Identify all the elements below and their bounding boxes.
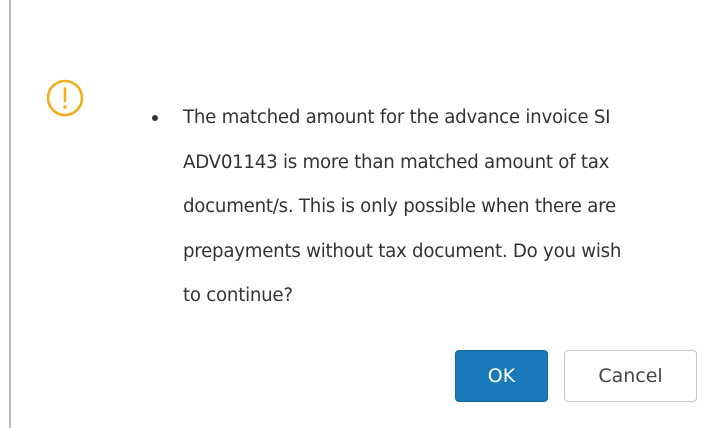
message-item: The matched amount for the advance invoi… [150, 96, 710, 319]
screen: The matched amount for the advance invoi… [0, 0, 711, 428]
message-line: The matched amount for the advance invoi… [183, 107, 611, 128]
message-line: to continue? [183, 285, 293, 306]
ok-button[interactable]: OK [455, 350, 548, 402]
cancel-button[interactable]: Cancel [564, 350, 697, 402]
message-list: The matched amount for the advance invoi… [150, 96, 710, 319]
message-line: document/s. This is only possible when t… [183, 196, 616, 217]
warning-circle-icon [46, 79, 84, 117]
message-line: prepayments without tax document. Do you… [183, 240, 622, 262]
confirmation-dialog: The matched amount for the advance invoi… [11, 0, 711, 428]
message-line: ADV01143 is more than matched amount of … [183, 151, 610, 173]
bullet-icon [152, 115, 158, 121]
